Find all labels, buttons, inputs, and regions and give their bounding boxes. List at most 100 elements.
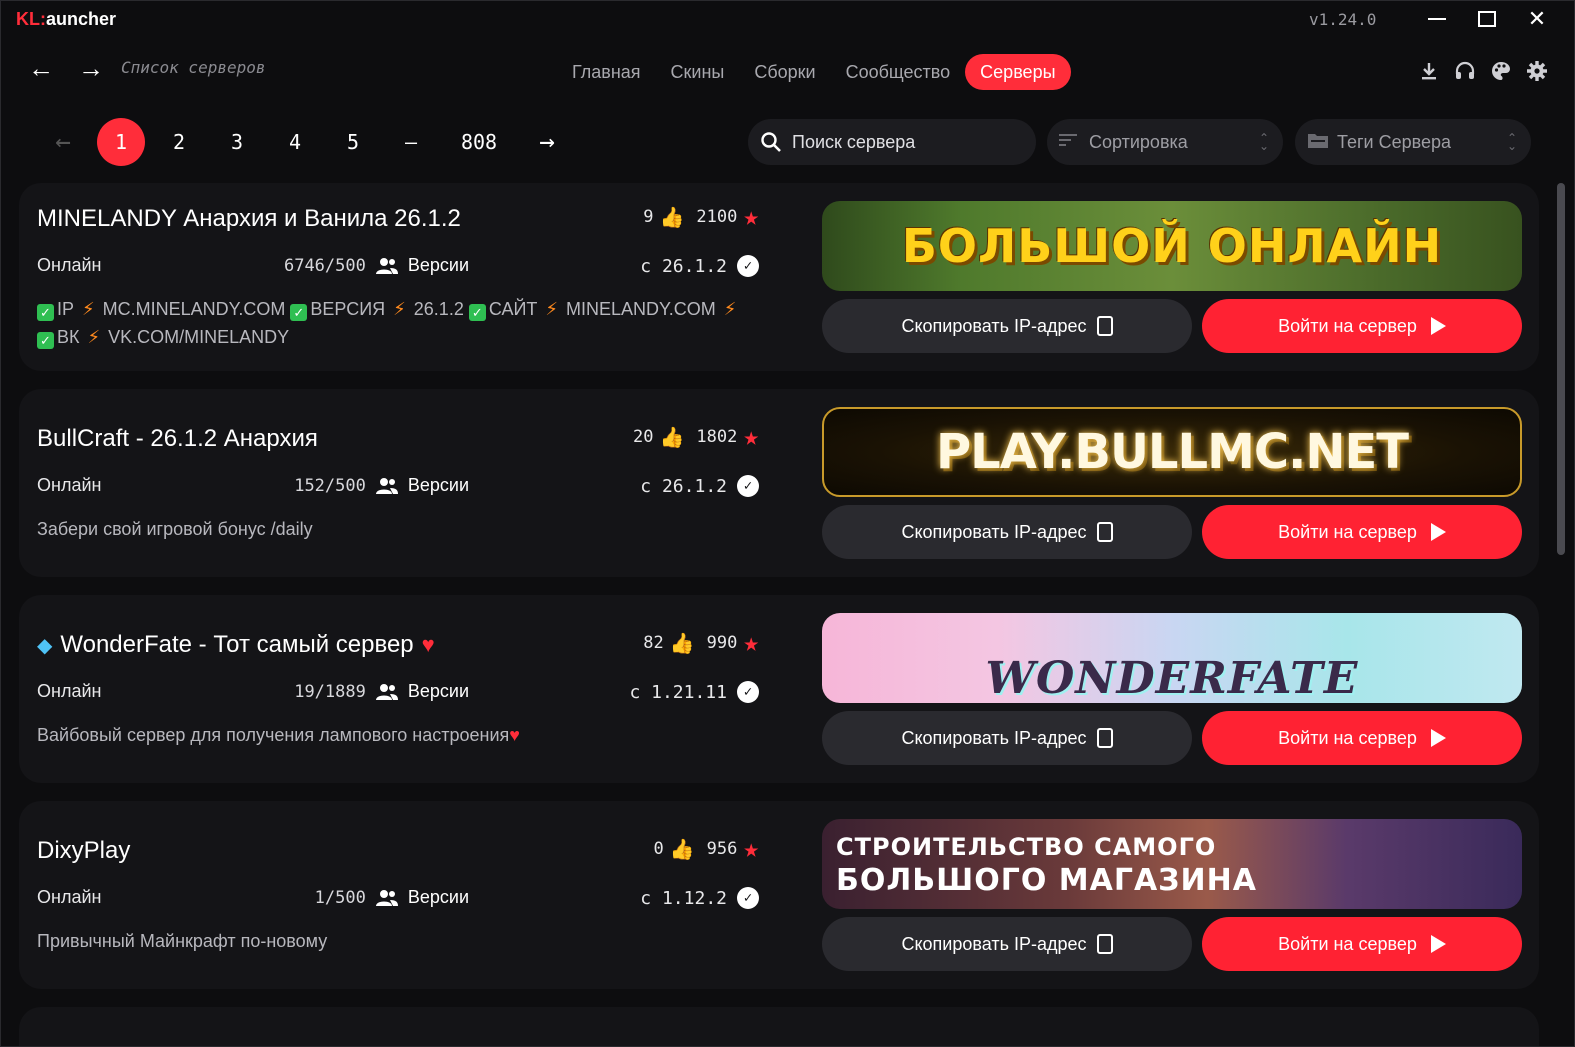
online-label: Онлайн: [37, 681, 102, 701]
players-info: 1/500 Версии: [219, 887, 469, 908]
thumbs-up-icon[interactable]: 👍: [670, 631, 695, 655]
check-circle-icon: ✓: [737, 681, 759, 703]
version-info: с 1.12.2 ✓: [579, 887, 759, 909]
palette-icon[interactable]: [1489, 59, 1513, 83]
checkbox-icon: ✓: [37, 332, 54, 349]
search-icon: [761, 132, 781, 152]
people-icon: [375, 477, 398, 494]
page-button[interactable]: 3: [213, 118, 261, 166]
play-icon: [1430, 317, 1446, 335]
rating-count: 990: [706, 633, 738, 653]
copy-ip-button[interactable]: Скопировать IP-адрес: [822, 711, 1192, 765]
people-icon: [375, 889, 398, 906]
version-info: с 1.21.11 ✓: [579, 681, 759, 703]
copy-ip-button[interactable]: Скопировать IP-адрес: [822, 505, 1192, 559]
server-name: WonderFate - Тот самый сервер: [60, 631, 414, 658]
version-value: с 26.1.2: [640, 475, 727, 497]
heart-icon: ♥: [509, 725, 520, 745]
maximize-button[interactable]: [1467, 3, 1507, 35]
scrollbar-thumb[interactable]: [1557, 183, 1565, 555]
star-icon[interactable]: ★: [743, 424, 759, 450]
forward-button[interactable]: →: [76, 53, 106, 83]
page-next-button[interactable]: →: [523, 118, 571, 166]
version-info: с 26.1.2 ✓: [579, 255, 759, 277]
tab-community[interactable]: Сообщество: [831, 54, 966, 90]
download-icon[interactable]: [1417, 59, 1441, 83]
page-button[interactable]: 5: [329, 118, 377, 166]
close-button[interactable]: ✕: [1517, 3, 1557, 35]
people-icon: [375, 683, 398, 700]
server-description: Забери свой игровой бонус /daily: [37, 519, 313, 539]
checkbox-icon: ✓: [468, 304, 486, 321]
checkbox-icon: ✓: [290, 304, 308, 321]
rating-count: 1802: [696, 427, 738, 447]
join-label: Войти на сервер: [1278, 521, 1417, 542]
server-name: DixyPlay: [37, 837, 131, 864]
tags-select[interactable]: Теги Сервера ⌃ ⌄: [1295, 119, 1531, 165]
copy-icon: [1096, 728, 1113, 748]
join-server-button[interactable]: Войти на сервер: [1202, 505, 1522, 559]
join-label: Войти на сервер: [1278, 933, 1417, 954]
page-ellipsis: —: [404, 130, 418, 154]
tab-home[interactable]: Главная: [557, 54, 656, 90]
page-button[interactable]: 2: [155, 118, 203, 166]
server-description: Вайбовый сервер для получения лампового …: [37, 725, 510, 745]
sort-select[interactable]: Сортировка ⌃ ⌄: [1047, 119, 1283, 165]
copy-ip-label: Скопировать IP-адрес: [901, 933, 1087, 954]
thumbs-up-icon[interactable]: 👍: [670, 837, 695, 861]
banner-line: СТРОИТЕЛЬСТВО САМОГО: [836, 833, 1217, 861]
online-label: Онлайн: [37, 887, 102, 907]
chevron-updown-icon: ⌃ ⌄: [1506, 131, 1517, 153]
headset-icon[interactable]: [1453, 59, 1477, 83]
server-stats: 20 👍 1802 ★: [579, 424, 759, 450]
server-tags: ✓ IP ⚡ MC.MINELANDY.COM ✓ ВЕРСИЯ ⚡ 26.1.2 ✓ САЙ…: [37, 295, 777, 351]
heart-icon: ♥: [421, 632, 435, 657]
rating-count: 956: [706, 839, 738, 859]
bolt-icon: ⚡: [723, 299, 737, 319]
rating-count: 2100: [696, 207, 738, 227]
server-card: [19, 1007, 1539, 1046]
check-circle-icon: ✓: [737, 887, 759, 909]
join-server-button[interactable]: Войти на сервер: [1202, 711, 1522, 765]
join-label: Войти на сервер: [1278, 315, 1417, 336]
players-count: 19/1889: [294, 681, 366, 702]
join-server-button[interactable]: Войти на сервер: [1202, 299, 1522, 353]
server-name: BullCraft - 26.1.2 Анархия: [37, 425, 318, 452]
versions-label: Версии: [407, 681, 469, 701]
server-card: ◆ WonderFate - Тот самый сервер ♥ 82 👍 9…: [19, 595, 1539, 783]
thumbs-up-icon[interactable]: 👍: [659, 205, 684, 229]
server-card: BullCraft - 26.1.2 Анархия 20 👍 1802 ★ О…: [19, 389, 1539, 577]
page-button-last[interactable]: 808: [445, 118, 513, 166]
page-prev-button[interactable]: ←: [39, 118, 87, 166]
back-button[interactable]: ←: [26, 53, 56, 83]
online-label: Онлайн: [37, 255, 102, 275]
page-button[interactable]: 4: [271, 118, 319, 166]
maximize-icon: [1478, 11, 1496, 27]
tab-modpacks[interactable]: Сборки: [739, 54, 830, 90]
app-title-prefix: KL: [16, 9, 40, 29]
version-label: v1.24.0: [1309, 10, 1377, 29]
likes-count: 9: [643, 207, 654, 227]
copy-icon: [1096, 522, 1113, 542]
minimize-button[interactable]: [1417, 3, 1457, 35]
search-input[interactable]: [792, 131, 1012, 153]
players-count: 1/500: [314, 887, 366, 908]
likes-count: 82: [643, 633, 664, 653]
star-icon[interactable]: ★: [743, 836, 759, 862]
thumbs-up-icon[interactable]: 👍: [659, 425, 684, 449]
arrow-left-icon: ←: [28, 53, 54, 83]
page-button[interactable]: 1: [97, 118, 145, 166]
tab-skins[interactable]: Скины: [656, 54, 740, 90]
banner-text: БОЛЬШОЙ ОНЛАЙН: [901, 219, 1443, 273]
join-server-button[interactable]: Войти на сервер: [1202, 917, 1522, 971]
tab-servers[interactable]: Серверы: [965, 54, 1071, 90]
server-banner: СТРОИТЕЛЬСТВО САМОГО БОЛЬШОГО МАГАЗИНА: [822, 819, 1522, 909]
star-icon[interactable]: ★: [743, 630, 759, 656]
star-icon[interactable]: ★: [743, 204, 759, 230]
gear-icon[interactable]: [1525, 59, 1549, 83]
copy-ip-button[interactable]: Скопировать IP-адрес: [822, 299, 1192, 353]
server-name: MINELANDY Анархия и Ванила 26.1.2: [37, 205, 461, 232]
copy-ip-button[interactable]: Скопировать IP-адрес: [822, 917, 1192, 971]
app-title-suffix: auncher: [46, 9, 117, 29]
server-banner: БОЛЬШОЙ ОНЛАЙН: [822, 201, 1522, 291]
